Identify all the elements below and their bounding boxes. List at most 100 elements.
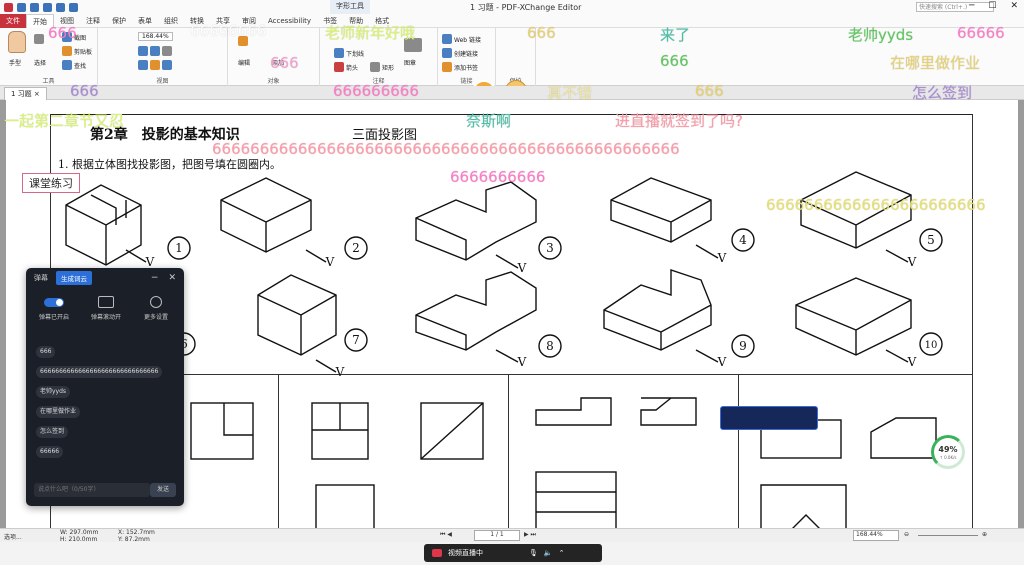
view-arrow-label: V [517,261,527,275]
web-link-button[interactable]: Web 链接 [442,34,481,44]
chat-message: 在哪里做作业 [36,406,81,418]
tab-file[interactable]: 文件 [0,13,26,28]
speaker-icon[interactable]: 🔈 [544,549,553,557]
arrow-tool-button[interactable]: 箭头 [334,62,358,72]
stamp-icon[interactable] [404,38,422,52]
isometric-figure-2 [220,177,312,253]
view-arrow-label: V [907,255,917,269]
chat-message: 666 [36,346,56,358]
tab-review[interactable]: 审阅 [236,14,262,28]
view-arrow-label: V [717,355,727,369]
live-label: 视频直播中 [448,549,483,557]
tab-format[interactable]: 格式 [369,14,395,28]
zoom-select[interactable]: 168.44% [853,530,899,541]
group-label-view: 视图 [156,78,169,85]
tab-accessibility[interactable]: Accessibility [262,14,317,28]
minimize-icon[interactable]: − [151,273,159,283]
print-icon[interactable] [43,2,52,12]
tab-form[interactable]: 表单 [132,14,158,28]
ortho-view-5 [535,397,612,426]
close-icon[interactable]: ✕ [168,273,176,283]
ortho-view-6 [640,397,697,426]
undo-icon[interactable] [56,2,65,12]
options-button[interactable]: 选项... [4,532,22,541]
add-bookmark-button[interactable]: 添加书签 [442,62,478,72]
fit-page-icon[interactable] [138,46,172,56]
word-cloud-tab[interactable]: 生成词云 [56,271,92,285]
next-page-icon[interactable]: ▶ ⏭ [524,531,536,539]
microphone-icon[interactable]: 🎙 [529,549,538,557]
stamp-button[interactable]: 图章 [404,58,416,67]
tab-bookmark[interactable]: 书签 [317,14,343,28]
tab-comment[interactable]: 注释 [80,14,106,28]
isometric-figure-5 [800,171,912,249]
isometric-figure-4 [610,177,712,243]
group-label-tools: 工具 [42,78,55,85]
window-controls: ─ ☐ ✕ [969,1,1018,11]
chat-input[interactable]: 说点什么吧（0/50字） [34,483,150,497]
zoom-in-icon[interactable]: ⊕ [982,531,987,538]
ribbon-group-tools: 手型 选择 截图 剪贴板 查找 工具 [0,28,98,86]
zoom-out-icon[interactable]: ⊖ [904,531,909,538]
close-icon[interactable]: ✕ [1010,1,1018,11]
page-number-field[interactable]: 1 / 1 [474,530,520,541]
zoom-field[interactable]: 168.44% [138,32,173,41]
live-status-pill: 视频直播中 🎙 🔈 ⌃ [424,544,602,562]
chat-message: 怎么签到 [36,426,69,438]
redo-icon[interactable] [69,2,78,12]
tab-home[interactable]: 开始 [26,13,54,28]
view-arrow-label: V [717,251,727,265]
first-page-icon[interactable]: ⏮ ◀ [440,531,452,539]
edit-button[interactable]: 编辑 [238,58,250,67]
context-tab-label: 字形工具 [330,0,370,14]
tab-convert[interactable]: 转换 [184,14,210,28]
select-icon[interactable] [34,34,44,44]
find-button[interactable]: 查找 [62,60,86,70]
hand-tool-icon[interactable] [8,31,26,53]
ortho-view-10 [535,471,617,528]
floating-toolbar-widget[interactable] [720,406,818,430]
rectangle-tool-button[interactable]: 矩形 [370,62,394,72]
danmaku-toggle[interactable]: 弹幕已开启 [30,296,78,321]
add-button[interactable]: 添加 [272,58,284,67]
link-icon [442,48,452,58]
tab-view[interactable]: 视图 [54,14,80,28]
zoom-slider[interactable] [918,535,978,536]
live-stream-bar: 视频直播中 🎙 🔈 ⌃ [0,542,1024,565]
isometric-figure-7 [257,274,337,356]
tab-share[interactable]: 共享 [210,14,236,28]
snapshot-button[interactable]: 截图 [62,32,86,42]
ribbon-group-comment: 下划线 箭头 矩形 图章 注释 [320,28,438,86]
save-icon[interactable] [30,2,39,12]
underline-icon [334,48,344,58]
danmaku-scroll-button[interactable]: 弹幕滚动开 [82,296,130,321]
minimize-icon[interactable]: ─ [969,1,974,11]
status-bar: 选项... W: 297.0mm H: 210.0mm X: 152.7mm Y… [0,528,1024,543]
underline-button[interactable]: 下划线 [334,48,364,58]
doc-tab[interactable]: 1 习题 × [4,87,47,100]
group-label-comment: 注释 [372,78,385,85]
expand-icon[interactable]: ⌃ [559,549,565,557]
quick-access-toolbar [0,2,78,12]
tab-organize[interactable]: 组织 [158,14,184,28]
recording-icon [432,549,442,557]
ribbon-group-protect: 保护 [496,28,536,86]
create-link-button[interactable]: 创建链接 [442,48,478,58]
select-tool-button[interactable]: 选择 [34,58,46,67]
maximize-icon[interactable]: ☐ [988,1,996,11]
ortho-view-8 [870,417,937,459]
open-icon[interactable] [17,2,26,12]
figure-number-7: 7 [352,333,360,347]
tab-help[interactable]: 帮助 [343,14,369,28]
send-button[interactable]: 发送 [150,483,176,497]
more-settings-button[interactable]: 更多设置 [132,296,180,321]
arrow-icon [334,62,344,72]
figure-number-3: 3 [546,241,554,255]
close-tab-icon[interactable]: × [34,90,40,98]
page-layout-icon[interactable] [138,60,172,70]
tab-protect[interactable]: 保护 [106,14,132,28]
edit-icon[interactable] [238,36,248,46]
hand-tool-button[interactable]: 手型 [9,58,21,67]
bookmark-icon [442,62,452,72]
clipboard-button[interactable]: 剪贴板 [62,46,92,56]
